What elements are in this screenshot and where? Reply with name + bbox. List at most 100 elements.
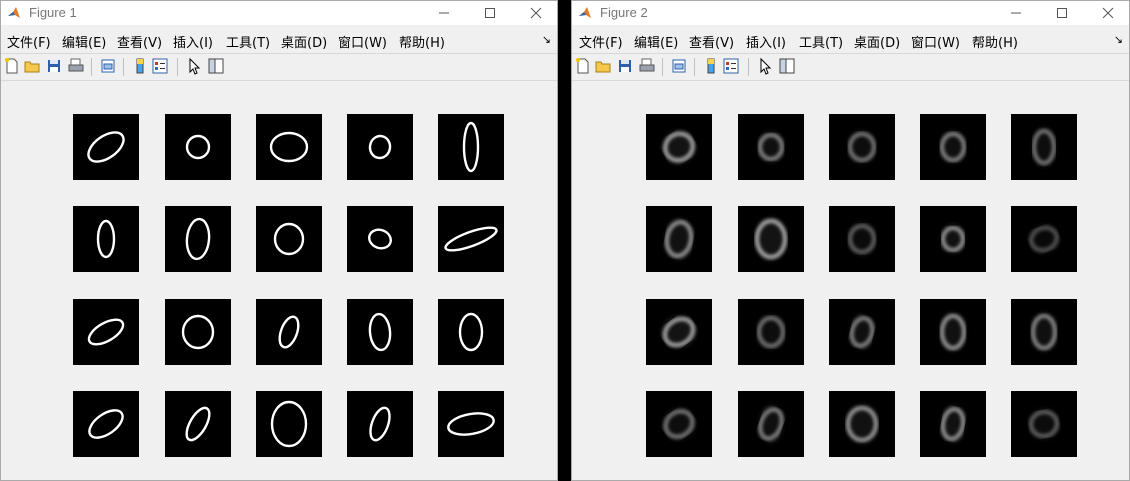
close-button[interactable]: [513, 1, 557, 25]
property-inspector-icon[interactable]: [778, 57, 796, 75]
print-icon[interactable]: [638, 57, 656, 75]
new-figure-icon[interactable]: [3, 57, 21, 75]
edit-plot-icon[interactable]: [185, 57, 203, 75]
digit-image: [347, 114, 413, 180]
digit-image: [920, 114, 986, 180]
maximize-button[interactable]: [467, 1, 513, 25]
digit-image: [738, 206, 804, 272]
property-inspector-icon[interactable]: [207, 57, 225, 75]
digit-image: [1011, 391, 1077, 457]
digit-image: [646, 206, 712, 272]
toolbar-divider: [123, 58, 124, 76]
digit-image: [165, 391, 231, 457]
digit-image: [256, 391, 322, 457]
menu-edit[interactable]: 编辑(E): [634, 32, 678, 51]
matlab-icon: [7, 5, 21, 19]
toolbar-divider: [662, 58, 663, 76]
open-file-icon[interactable]: [23, 57, 41, 75]
menu-view[interactable]: 查看(V): [117, 32, 162, 51]
figure2-menubar: 文件(F) 编辑(E) 查看(V) 插入(I) 工具(T) 桌面(D) 窗口(W…: [572, 29, 1129, 51]
toolbar-divider: [694, 58, 695, 76]
digit-image: [646, 114, 712, 180]
digit-image: [829, 391, 895, 457]
figure1-window: Figure 1 文件(F) 编辑(E) 查看(V) 插入(I) 工具(T) 桌…: [0, 0, 558, 481]
figure1-toolbar: [1, 54, 557, 80]
print-icon[interactable]: [67, 57, 85, 75]
menu-tools[interactable]: 工具(T): [799, 32, 843, 51]
digit-image: [829, 299, 895, 365]
new-figure-icon[interactable]: [574, 57, 592, 75]
minimize-button[interactable]: [993, 1, 1039, 25]
digit-image: [438, 391, 504, 457]
figure2-titlebar[interactable]: Figure 2: [572, 1, 1129, 25]
figure1-menubar: 文件(F) 编辑(E) 查看(V) 插入(I) 工具(T) 桌面(D) 窗口(W…: [1, 29, 557, 51]
digit-image: [347, 206, 413, 272]
figure1-titlebar[interactable]: Figure 1: [1, 1, 557, 25]
maximize-button[interactable]: [1039, 1, 1085, 25]
digit-image: [646, 299, 712, 365]
digit-image: [829, 206, 895, 272]
digit-image: [738, 114, 804, 180]
digit-image: [1011, 299, 1077, 365]
digit-image: [256, 114, 322, 180]
digit-image: [256, 299, 322, 365]
menu-desktop[interactable]: 桌面(D): [281, 32, 327, 51]
digit-image: [347, 299, 413, 365]
toolbar-divider: [748, 58, 749, 76]
digit-image: [165, 206, 231, 272]
menu-tools[interactable]: 工具(T): [226, 32, 270, 51]
digit-image: [920, 391, 986, 457]
digit-image: [1011, 206, 1077, 272]
menu-window[interactable]: 窗口(W): [911, 32, 960, 51]
menu-window[interactable]: 窗口(W): [338, 32, 387, 51]
open-file-icon[interactable]: [594, 57, 612, 75]
menu-overflow-icon[interactable]: ↘: [1114, 33, 1123, 46]
digit-image: [646, 391, 712, 457]
digit-image: [73, 391, 139, 457]
digit-image: [73, 299, 139, 365]
figure2-window: Figure 2 文件(F) 编辑(E) 查看(V) 插入(I) 工具(T) 桌…: [571, 0, 1130, 481]
figure2-title: Figure 2: [600, 5, 648, 20]
digit-image: [1011, 114, 1077, 180]
figure2-toolbar: [572, 54, 1129, 80]
menu-file[interactable]: 文件(F): [7, 32, 51, 51]
edit-plot-icon[interactable]: [756, 57, 774, 75]
menu-desktop[interactable]: 桌面(D): [854, 32, 900, 51]
menu-edit[interactable]: 编辑(E): [62, 32, 106, 51]
menu-help[interactable]: 帮助(H): [972, 32, 1018, 51]
toolbar-divider: [91, 58, 92, 76]
digit-image: [920, 206, 986, 272]
digit-image: [438, 206, 504, 272]
legend-icon[interactable]: [722, 57, 740, 75]
menu-view[interactable]: 查看(V): [689, 32, 734, 51]
matlab-icon: [578, 5, 592, 19]
close-button[interactable]: [1085, 1, 1129, 25]
save-icon[interactable]: [45, 57, 63, 75]
digit-image: [73, 114, 139, 180]
colorbar-icon[interactable]: [702, 57, 720, 75]
toolbar-bottom-divider: [1, 80, 557, 81]
menu-insert[interactable]: 插入(I): [746, 32, 786, 51]
legend-icon[interactable]: [151, 57, 169, 75]
colorbar-icon[interactable]: [131, 57, 149, 75]
toolbar-divider: [177, 58, 178, 76]
digit-image: [738, 391, 804, 457]
menu-help[interactable]: 帮助(H): [399, 32, 445, 51]
toolbar-bottom-divider: [572, 80, 1129, 81]
digit-image: [920, 299, 986, 365]
menu-overflow-icon[interactable]: ↘: [542, 33, 551, 46]
digit-image: [256, 206, 322, 272]
link-plot-icon[interactable]: [99, 57, 117, 75]
digit-image: [438, 299, 504, 365]
minimize-button[interactable]: [421, 1, 467, 25]
digit-image: [738, 299, 804, 365]
save-icon[interactable]: [616, 57, 634, 75]
digit-image: [165, 114, 231, 180]
menu-file[interactable]: 文件(F): [579, 32, 623, 51]
menu-insert[interactable]: 插入(I): [173, 32, 213, 51]
digit-image: [438, 114, 504, 180]
digit-image: [165, 299, 231, 365]
link-plot-icon[interactable]: [670, 57, 688, 75]
digit-image: [73, 206, 139, 272]
digit-image: [829, 114, 895, 180]
